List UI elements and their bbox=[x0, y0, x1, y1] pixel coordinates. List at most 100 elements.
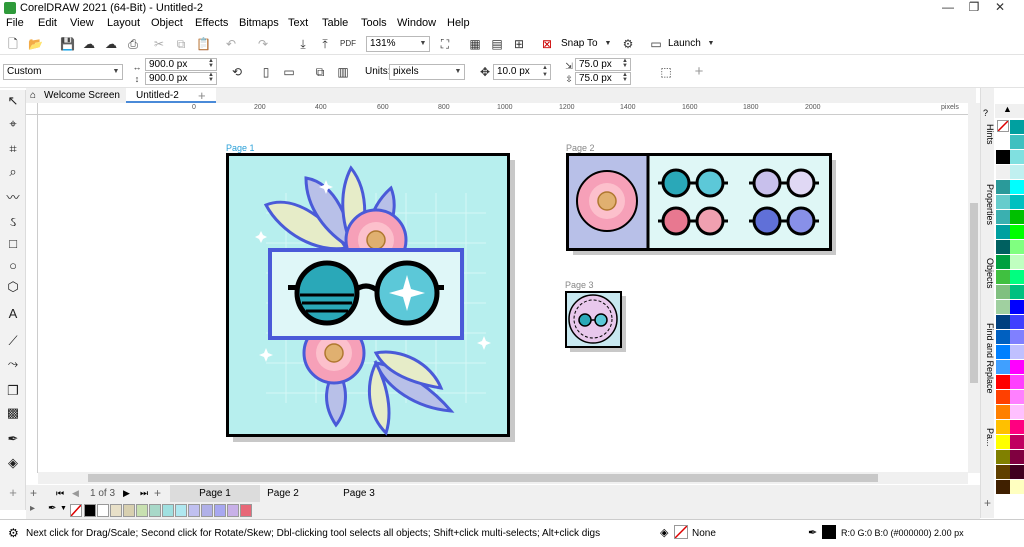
copy-icon[interactable]: ⧉ bbox=[174, 37, 188, 51]
color-swatch[interactable] bbox=[1010, 450, 1024, 465]
drop-shadow-tool-icon[interactable]: ❐ bbox=[5, 383, 21, 399]
landscape-icon[interactable]: ▭ bbox=[282, 65, 296, 79]
palette-menu-icon[interactable]: ▼ bbox=[60, 505, 67, 512]
horizontal-scroll-thumb[interactable] bbox=[88, 474, 878, 482]
color-swatch[interactable] bbox=[1010, 345, 1024, 360]
color-swatch[interactable] bbox=[1010, 465, 1024, 480]
pick-tool-icon[interactable]: ↖ bbox=[5, 93, 21, 109]
docker-tab-find-replace[interactable]: Find and Replace bbox=[981, 323, 995, 394]
color-swatch[interactable] bbox=[996, 420, 1010, 435]
menu-bitmaps[interactable]: Bitmaps bbox=[239, 17, 279, 29]
color-swatch[interactable] bbox=[84, 504, 96, 517]
color-swatch[interactable] bbox=[996, 255, 1010, 270]
cloud-upload-icon[interactable]: ☁ bbox=[82, 37, 96, 51]
no-fill-swatch[interactable] bbox=[997, 120, 1009, 132]
horizontal-scrollbar[interactable] bbox=[38, 472, 968, 484]
units-select[interactable]: pixels ▼ bbox=[389, 64, 465, 80]
polygon-tool-icon[interactable]: ⬡ bbox=[5, 279, 21, 295]
current-page-icon[interactable]: ▥ bbox=[336, 65, 350, 79]
color-swatch[interactable] bbox=[996, 345, 1010, 360]
menu-edit[interactable]: Edit bbox=[38, 17, 57, 29]
last-page-icon[interactable]: ⏭ bbox=[140, 488, 148, 499]
page-2-artwork[interactable] bbox=[566, 153, 836, 255]
color-swatch[interactable] bbox=[227, 504, 239, 517]
color-swatch[interactable] bbox=[1010, 180, 1024, 195]
color-swatch[interactable] bbox=[240, 504, 252, 517]
color-swatch[interactable] bbox=[996, 240, 1010, 255]
color-swatch[interactable] bbox=[175, 504, 187, 517]
zoom-tool-icon[interactable]: ⌕ bbox=[5, 164, 21, 180]
docker-tab-properties[interactable]: Properties bbox=[981, 184, 995, 225]
launch-chevron-down-icon[interactable]: ▼ bbox=[704, 37, 718, 51]
fill-bucket-icon[interactable]: ◈ bbox=[660, 526, 668, 539]
docker-tab-pages[interactable]: Pa... bbox=[981, 428, 995, 447]
color-swatch[interactable] bbox=[996, 465, 1010, 480]
color-swatch[interactable] bbox=[996, 210, 1010, 225]
color-swatch[interactable] bbox=[188, 504, 200, 517]
full-screen-icon[interactable]: ⛶ bbox=[438, 37, 452, 51]
tab-welcome-screen[interactable]: ⌂ Welcome Screen bbox=[26, 88, 126, 103]
color-swatch[interactable] bbox=[1010, 240, 1024, 255]
color-swatch[interactable] bbox=[996, 150, 1010, 165]
dup-x-spinner[interactable]: ▲ ▼ bbox=[620, 58, 630, 70]
open-icon[interactable]: 📂 bbox=[28, 37, 43, 51]
previous-page-icon[interactable]: ◀ bbox=[72, 488, 79, 499]
color-swatch[interactable] bbox=[201, 504, 213, 517]
add-tool-icon[interactable]: + bbox=[5, 485, 21, 501]
ruler-origin[interactable] bbox=[26, 103, 38, 115]
color-swatch[interactable] bbox=[1010, 165, 1024, 180]
chevron-down-icon[interactable]: ▼ bbox=[417, 37, 429, 51]
menu-view[interactable]: View bbox=[70, 17, 94, 29]
paste-icon[interactable]: 📋 bbox=[196, 37, 211, 51]
freehand-tool-icon[interactable]: 〰 bbox=[5, 190, 21, 206]
transparency-tool-icon[interactable]: ▩ bbox=[5, 405, 21, 421]
color-swatch[interactable] bbox=[996, 180, 1010, 195]
drawing-canvas[interactable]: Page 1 Page 2 Page 3 bbox=[38, 116, 968, 472]
connector-tool-icon[interactable]: ⤳ bbox=[5, 356, 21, 372]
launch-icon[interactable]: ▭ bbox=[649, 37, 663, 51]
snap-to-button[interactable]: Snap To bbox=[561, 38, 598, 49]
menu-window[interactable]: Window bbox=[397, 17, 436, 29]
menu-object[interactable]: Object bbox=[151, 17, 183, 29]
menu-table[interactable]: Table bbox=[322, 17, 348, 29]
color-swatch[interactable] bbox=[1010, 285, 1024, 300]
show-rulers-icon[interactable]: ▦ bbox=[468, 37, 482, 51]
color-swatch[interactable] bbox=[996, 360, 1010, 375]
print-icon[interactable]: ⎙ bbox=[126, 37, 140, 51]
docker-tab-objects[interactable]: Objects bbox=[981, 258, 995, 289]
cloud-download-icon[interactable]: ☁ bbox=[104, 37, 118, 51]
snap-chevron-down-icon[interactable]: ▼ bbox=[601, 37, 615, 51]
menu-text[interactable]: Text bbox=[288, 17, 308, 29]
rectangle-tool-icon[interactable]: □ bbox=[5, 236, 21, 252]
color-swatch[interactable] bbox=[996, 225, 1010, 240]
color-swatch[interactable] bbox=[996, 285, 1010, 300]
color-swatch[interactable] bbox=[1010, 120, 1024, 135]
color-swatch[interactable] bbox=[1010, 480, 1024, 495]
zoom-level-field[interactable]: 131% ▼ bbox=[366, 36, 430, 52]
color-swatch[interactable] bbox=[996, 270, 1010, 285]
add-page-after-icon[interactable]: + bbox=[154, 486, 161, 500]
color-swatch[interactable] bbox=[1010, 360, 1024, 375]
page-3-artwork[interactable] bbox=[565, 291, 626, 352]
show-guidelines-icon[interactable]: ⊞ bbox=[512, 37, 526, 51]
color-swatch[interactable] bbox=[1010, 435, 1024, 450]
color-swatch[interactable] bbox=[996, 300, 1010, 315]
pdf-icon[interactable]: PDF bbox=[340, 37, 356, 51]
color-swatch[interactable] bbox=[1010, 300, 1024, 315]
help-icon[interactable]: ? bbox=[983, 108, 988, 118]
outline-swatch[interactable] bbox=[822, 525, 836, 539]
color-swatch[interactable] bbox=[110, 504, 122, 517]
nudge-spinner[interactable]: ▲ ▼ bbox=[540, 65, 550, 79]
color-swatch[interactable] bbox=[1010, 375, 1024, 390]
menu-layout[interactable]: Layout bbox=[107, 17, 140, 29]
portrait-icon[interactable]: ▯ bbox=[259, 65, 273, 79]
undo-icon[interactable]: ↶ bbox=[224, 37, 238, 51]
nudge-distance-field[interactable]: 10.0 px ▲ ▼ bbox=[493, 64, 551, 80]
close-icon[interactable]: ✕ bbox=[988, 0, 1012, 16]
color-swatch[interactable] bbox=[996, 375, 1010, 390]
vertical-scroll-thumb[interactable] bbox=[970, 203, 978, 383]
color-swatch[interactable] bbox=[996, 165, 1010, 180]
rotate-page-icon[interactable]: ⟲ bbox=[230, 65, 244, 79]
color-swatch[interactable] bbox=[162, 504, 174, 517]
color-swatch[interactable] bbox=[1010, 420, 1024, 435]
